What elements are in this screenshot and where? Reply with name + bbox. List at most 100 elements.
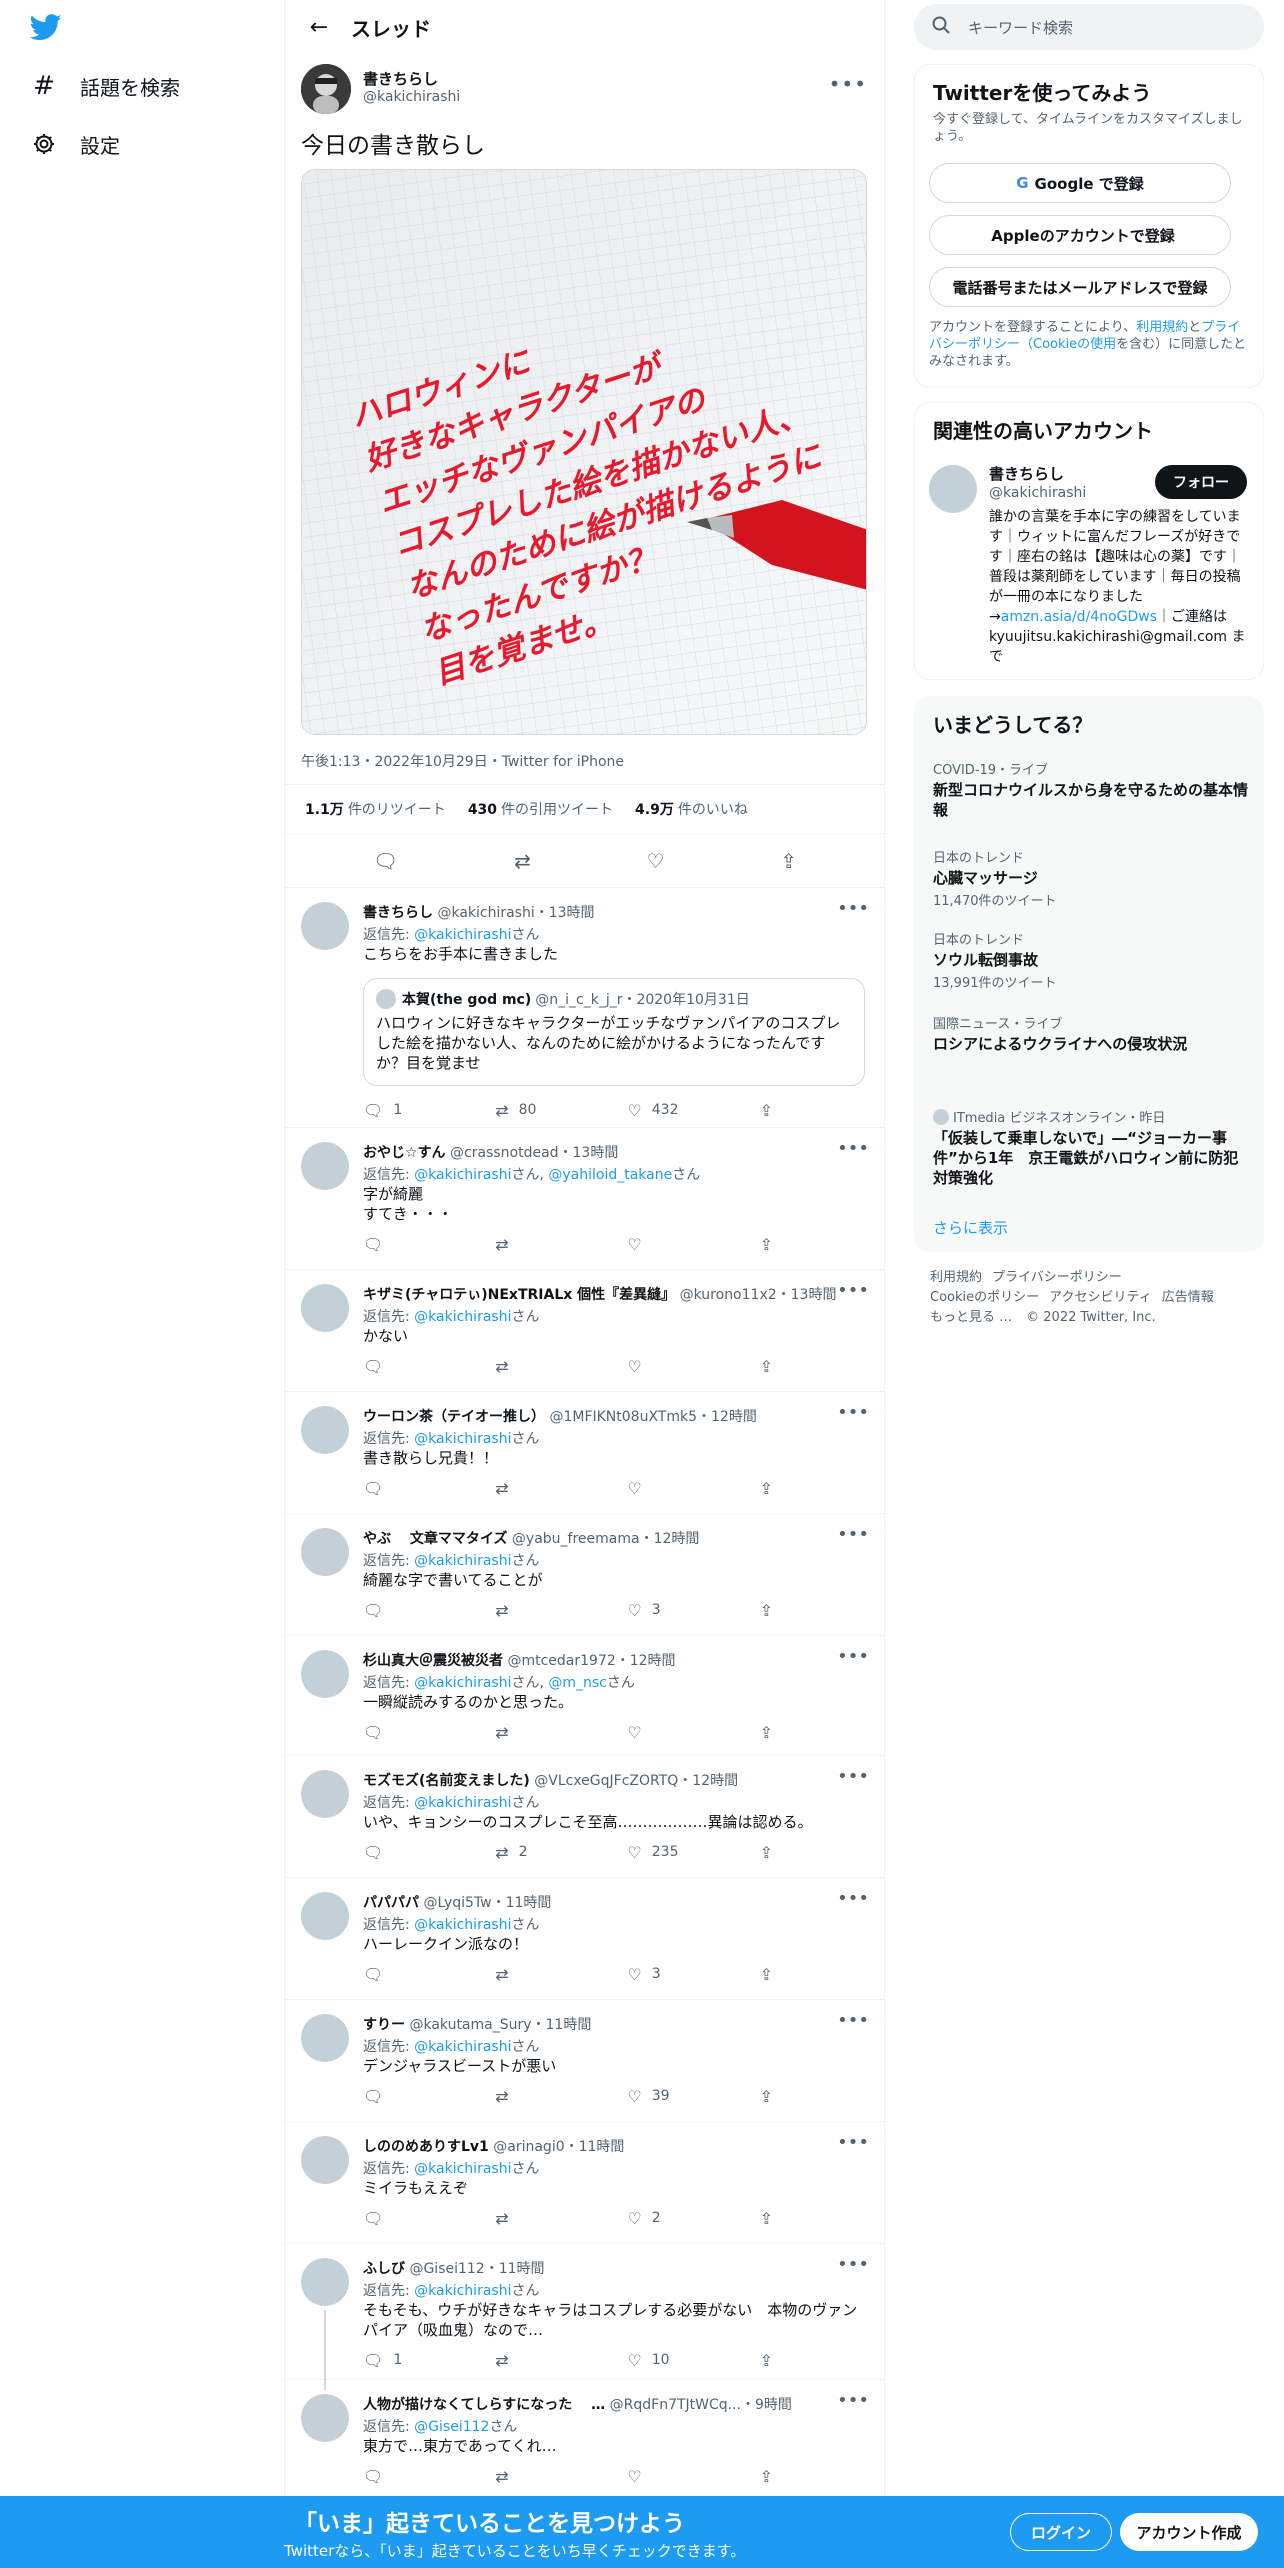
- quote-count[interactable]: 430 件の引用ツイート: [468, 799, 613, 819]
- related-avatar[interactable]: [929, 465, 977, 513]
- reply-avatar[interactable]: [301, 2258, 349, 2306]
- retweet-button[interactable]: ⇄: [495, 1356, 627, 1376]
- more-options-icon[interactable]: •••: [837, 1524, 869, 1545]
- reply-button[interactable]: 🗨: [363, 2466, 495, 2486]
- like-button[interactable]: ♡ 10: [627, 2350, 759, 2370]
- reply-avatar[interactable]: [301, 1892, 349, 1940]
- reply-name[interactable]: 書きちらし: [363, 905, 433, 921]
- reply-handle[interactable]: @mtcedar1972・12時間: [507, 1653, 675, 1669]
- reply-name[interactable]: すりー: [363, 2017, 405, 2033]
- share-button[interactable]: ⇪: [760, 2350, 783, 2370]
- reply-handle[interactable]: @1MFIKNt08uXTmk5・12時間: [549, 1409, 756, 1425]
- share-button[interactable]: ⇪: [760, 2086, 783, 2106]
- reply-handle[interactable]: @kurono11x2・13時間: [680, 1287, 837, 1303]
- retweet-button[interactable]: ⇄: [495, 1722, 627, 1742]
- reply-to-link[interactable]: @kakichirashi: [414, 2161, 511, 2177]
- like-button[interactable]: ♡: [627, 1234, 759, 1254]
- back-arrow-icon[interactable]: ←: [299, 15, 339, 40]
- retweet-button[interactable]: ⇄: [495, 1600, 627, 1620]
- reply-name[interactable]: 人物が描けなくてしらすになった …: [363, 2397, 605, 2413]
- more-options-icon[interactable]: •••: [837, 2132, 869, 2153]
- related-handle[interactable]: @kakichirashi: [989, 485, 1086, 501]
- like-button[interactable]: ♡ 3: [627, 1964, 759, 1984]
- show-more-link[interactable]: さらに表示: [933, 1217, 1008, 1238]
- more-options-icon[interactable]: •••: [837, 1402, 869, 1423]
- share-button[interactable]: ⇪: [760, 1478, 783, 1498]
- reply-to-link[interactable]: @kakichirashi: [414, 1431, 511, 1447]
- more-options-icon[interactable]: •••: [837, 2254, 869, 2275]
- more-options-icon[interactable]: •••: [837, 1280, 869, 1301]
- reply-name[interactable]: モズモズ(名前変えました): [363, 1773, 530, 1789]
- follow-button[interactable]: フォロー: [1155, 465, 1247, 499]
- retweet-button[interactable]: ⇄ 80: [495, 1100, 627, 1120]
- footer-link[interactable]: 利用規約: [930, 1270, 982, 1285]
- trend-item[interactable]: COVID-19・ライブ 新型コロナウイルスから身を守るための基本情報: [933, 759, 1249, 820]
- author-avatar[interactable]: [301, 64, 351, 114]
- reply-avatar[interactable]: [301, 1142, 349, 1190]
- reply-tweet[interactable]: 書きちらし @kakichirashi・13時間 ••• 返信先: @kakichi…: [285, 888, 885, 1128]
- reply-button[interactable]: 🗨: [363, 1356, 495, 1376]
- reply-tweet[interactable]: しののめありすLv1 @arinagi0・11時間 ••• 返信先: @kakich…: [285, 2122, 885, 2244]
- author-name[interactable]: 書きちらし: [363, 68, 438, 89]
- reply-avatar[interactable]: [301, 2394, 349, 2442]
- retweet-button[interactable]: ⇄: [495, 2208, 627, 2228]
- retweet-button[interactable]: ⇄: [495, 2466, 627, 2486]
- share-button[interactable]: ⇪: [760, 1722, 783, 1742]
- reply-button[interactable]: 🗨: [363, 1600, 495, 1620]
- reply-avatar[interactable]: [301, 1650, 349, 1698]
- footer-link[interactable]: 広告情報: [1162, 1290, 1214, 1305]
- reply-to-link[interactable]: @m_nsc: [548, 1675, 607, 1691]
- like-button[interactable]: ♡ 2: [627, 2208, 759, 2228]
- share-button[interactable]: ⇪: [760, 1600, 783, 1620]
- terms-link[interactable]: 利用規約: [1136, 320, 1188, 335]
- reply-button[interactable]: 🗨 1: [363, 2350, 495, 2370]
- reply-to-link[interactable]: @Gisei112: [414, 2419, 489, 2435]
- more-options-icon[interactable]: •••: [829, 72, 867, 96]
- retweet-button[interactable]: ⇄: [495, 2086, 627, 2106]
- reply-name[interactable]: キザミ(チャロテぃ)NExTRIALx 個性『差異縫』: [363, 1287, 675, 1303]
- author-handle[interactable]: @kakichirashi: [363, 89, 460, 105]
- like-button[interactable]: ♡ 39: [627, 2086, 759, 2106]
- share-button[interactable]: ⇪: [760, 1234, 783, 1254]
- reply-icon[interactable]: 🗨: [373, 849, 398, 873]
- reply-handle[interactable]: @Gisei112・11時間: [409, 2261, 544, 2277]
- reply-tweet[interactable]: ふしび @Gisei112・11時間 ••• 返信先: @kakichirashiさ…: [285, 2244, 885, 2380]
- trend-item[interactable]: 日本のトレンド ソウル転倒事故 13,991件のツイート: [933, 929, 1249, 991]
- reply-tweet[interactable]: やぶ 文章ママタイズ @yabu_freemama・12時間 ••• 返信先: @k…: [285, 1514, 885, 1636]
- footer-link[interactable]: Cookieのポリシー: [930, 1290, 1039, 1305]
- reply-to-link[interactable]: @kakichirashi: [414, 1917, 511, 1933]
- footer-link[interactable]: アクセシビリティ: [1049, 1290, 1152, 1305]
- retweet-button[interactable]: ⇄: [495, 2350, 627, 2370]
- reply-to-link[interactable]: @kakichirashi: [414, 1553, 511, 1569]
- reply-tweet[interactable]: ウーロン茶（テイオー推し） @1MFIKNt08uXTmk5・12時間 ••• 返信…: [285, 1392, 885, 1514]
- share-button[interactable]: ⇪: [760, 1842, 783, 1862]
- reply-tweet[interactable]: おやじ☆すん @crassnotdead・13時間 ••• 返信先: @kakich…: [285, 1128, 885, 1270]
- reply-button[interactable]: 🗨: [363, 1722, 495, 1742]
- like-button[interactable]: ♡: [627, 2466, 759, 2486]
- like-button[interactable]: ♡: [627, 1478, 759, 1498]
- search-box[interactable]: キーワード検索: [914, 4, 1264, 50]
- trend-item[interactable]: 日本のトレンド 心臓マッサージ 11,470件のツイート: [933, 847, 1249, 909]
- cookie-link[interactable]: （Cookieの使用: [1020, 337, 1116, 352]
- login-button[interactable]: ログイン: [1010, 2513, 1112, 2551]
- retweet-count[interactable]: 1.1万 件のリツイート: [305, 799, 446, 819]
- like-count[interactable]: 4.9万 件のいいね: [635, 799, 748, 819]
- reply-to-link[interactable]: @kakichirashi: [414, 1675, 511, 1691]
- reply-button[interactable]: 🗨: [363, 1964, 495, 1984]
- reply-handle[interactable]: @RqdFn7TJtWCq...・9時間: [610, 2397, 792, 2413]
- footer-link[interactable]: もっと見る …: [930, 1310, 1012, 1325]
- share-button[interactable]: ⇪: [760, 1964, 783, 1984]
- quote-tweet[interactable]: 本賀(the god mc) @n_i_c_k_j_r・2020年10月31日 ハロ…: [363, 978, 865, 1086]
- apple-signup-button[interactable]: Appleのアカウントで登録: [929, 215, 1231, 255]
- more-options-icon[interactable]: •••: [837, 2390, 869, 2411]
- bio-link[interactable]: amzn.asia/d/4noGDws: [1001, 609, 1157, 625]
- retweet-button[interactable]: ⇄: [495, 1234, 627, 1254]
- reply-button[interactable]: 🗨: [363, 1842, 495, 1862]
- more-options-icon[interactable]: •••: [837, 1888, 869, 1909]
- reply-button[interactable]: 🗨: [363, 1478, 495, 1498]
- reply-tweet[interactable]: モズモズ(名前変えました) @VLcxeGqJFcZORTQ・12時間 ••• 返信…: [285, 1756, 885, 1878]
- retweet-button[interactable]: ⇄ 2: [495, 1842, 627, 1862]
- more-options-icon[interactable]: •••: [837, 1646, 869, 1667]
- like-button[interactable]: ♡ 432: [627, 1100, 759, 1120]
- retweet-button[interactable]: ⇄: [495, 1964, 627, 1984]
